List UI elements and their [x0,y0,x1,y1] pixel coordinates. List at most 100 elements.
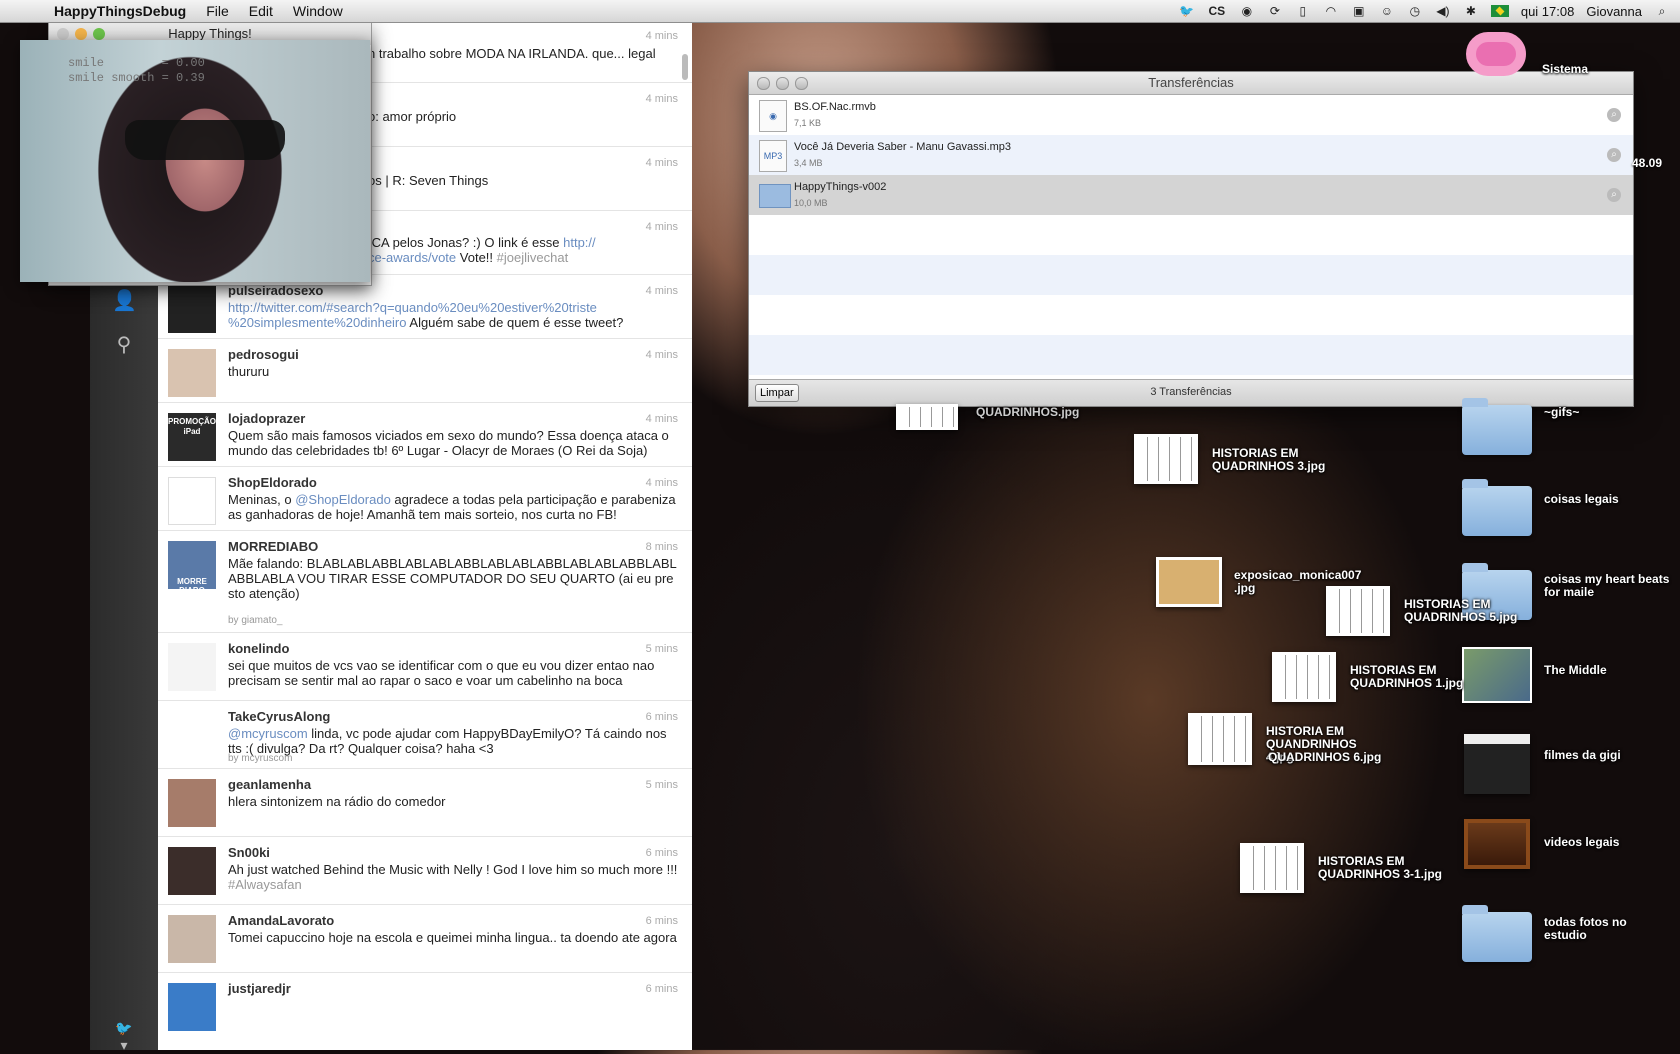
tweet-time: 4 mins [645,413,678,425]
avatar[interactable] [168,477,216,525]
comic-thumbnail [1326,586,1390,636]
tweet-text: Meninas, o @ShopEldorado agradece a toda… [228,492,678,522]
tweet-text-part: ICA pelos Jonas? :) O link é esse [368,235,564,250]
tweet-text: ICA pelos Jonas? :) O link é esse http:/… [368,235,678,265]
tweet-username[interactable]: justjaredjr [228,981,291,996]
accessibility-icon[interactable]: ☺ [1379,4,1395,18]
tweet-username[interactable]: ShopEldorado [228,475,317,490]
minimize-button-icon[interactable] [776,77,789,90]
tweet-row[interactable]: TakeCyrusAlong 6 mins @mcyruscom linda, … [158,701,692,769]
hashtag[interactable]: #Alwaysafan [228,877,302,892]
twitter-bird-icon[interactable]: 🐦 [1179,4,1195,18]
zoom-button-icon[interactable] [93,28,105,40]
spotlight-search-icon[interactable]: ⌕ [1654,4,1670,18]
reveal-in-finder-icon[interactable]: ⌕ [1607,148,1621,162]
tweet-row[interactable]: MORRE DIABO MORREDIABO 8 mins Mãe faland… [158,531,692,633]
tweet-link[interactable]: ce-awards/vote [368,250,456,265]
spaces-icon[interactable]: ▣ [1351,4,1367,18]
brazil-flag-input-icon[interactable] [1490,5,1509,17]
download-item[interactable]: ◉ BS.OF.Nac.rmvb 7,1 KB ⌕ [749,95,1633,135]
search-icon[interactable]: ⚲ [112,332,136,356]
tweet-username[interactable]: Sn00ki [228,845,270,860]
comic-thumbnail [896,404,958,430]
tweet-time: 4 mins [645,30,678,42]
retweet-by[interactable]: by giamato_ [228,615,282,626]
tweet-text-part: Ah just watched Behind the Music with Ne… [228,862,678,877]
compose-bird-icon[interactable]: 🐦▾ [112,1020,136,1053]
tweet-row[interactable]: geanlamenha 5 mins hlera sintonizem na r… [158,769,692,837]
tweet-username[interactable]: geanlamenha [228,777,311,792]
tweet-row[interactable]: konelindo 5 mins sei que muitos de vcs v… [158,633,692,701]
tweet-text-part: Vote!! [456,250,497,265]
time-machine-icon[interactable]: ◷ [1407,4,1423,18]
clapperboard-icon [1464,734,1530,794]
avatar[interactable] [168,711,216,759]
profile-icon[interactable]: 👤 [112,288,137,312]
tweet-row[interactable]: justjaredjr 6 mins [158,973,692,1050]
download-size: 3,4 MB [794,158,823,168]
avatar[interactable]: PROMOÇÃO iPad [168,413,216,461]
avatar[interactable] [168,349,216,397]
tweet-text: @mcyruscom linda, vc pode ajudar com Hap… [228,726,678,756]
volume-icon[interactable]: ◀) [1435,4,1451,18]
tweet-time: 4 mins [645,349,678,361]
avatar[interactable] [168,915,216,963]
timeline-scrollbar[interactable] [682,54,688,80]
tweet-username[interactable]: lojadoprazer [228,411,305,426]
minimize-button-icon[interactable] [75,28,87,40]
avatar[interactable] [168,847,216,895]
avatar[interactable] [168,643,216,691]
tweet-link[interactable]: http:// [563,235,596,250]
tweet-link[interactable]: @ShopEldorado [295,492,391,507]
tweet-username[interactable]: AmandaLavorato [228,913,334,928]
user-menu[interactable]: Giovanna [1586,4,1642,19]
avatar[interactable] [168,779,216,827]
menu-file[interactable]: File [206,3,229,19]
tweet-row[interactable]: PROMOÇÃO iPad lojadoprazer 4 mins Quem s… [158,403,692,467]
hashtag[interactable]: #joejlivechat [497,250,569,265]
tweet-username[interactable]: MORREDIABO [228,539,318,554]
tweet-row[interactable]: pedrosogui 4 mins thururu [158,339,692,403]
avatar[interactable] [168,285,216,333]
wifi-icon[interactable]: ◠ [1323,4,1339,18]
retweet-by[interactable]: by mcyruscom [228,753,292,764]
download-item[interactable]: MP3 Você Já Deveria Saber - Manu Gavassi… [749,135,1633,175]
avatar[interactable]: MORRE DIABO [168,541,216,595]
clock[interactable]: qui 17:08 [1521,4,1575,19]
app-menu[interactable]: HappyThingsDebug [54,3,186,19]
reveal-in-finder-icon[interactable]: ⌕ [1607,108,1621,122]
menu-edit[interactable]: Edit [249,3,273,19]
icon-label: todas fotos no estudio [1544,915,1627,942]
close-button-icon[interactable] [57,28,69,40]
tweet-username[interactable]: TakeCyrusAlong [228,709,330,724]
tweet-row[interactable]: Sn00ki 6 mins Ah just watched Behind the… [158,837,692,905]
tweet-row[interactable]: AmandaLavorato 6 mins Tomei capuccino ho… [158,905,692,973]
tweet-username[interactable]: pedrosogui [228,347,299,362]
tweet-text: sei que muitos de vcs vao se identificar… [228,658,655,688]
empty-row [749,335,1633,375]
bluetooth-icon[interactable]: ✱ [1463,4,1479,18]
tweet-time: 8 mins [645,541,678,553]
tweet-time: 4 mins [645,93,678,105]
close-button-icon[interactable] [757,77,770,90]
tweet-row[interactable]: ShopEldorado 4 mins Meninas, o @ShopEldo… [158,467,692,531]
tweet-link[interactable]: @mcyruscom [228,726,308,741]
tweet-username[interactable]: konelindo [228,641,289,656]
download-item[interactable]: HappyThings-v002 10,0 MB ⌕ [749,175,1633,215]
folder-icon [1462,398,1532,455]
icon-label: HISTORIAS EM QUADRINHOS 1.jpg [1350,663,1464,690]
icon-label: videos legais [1544,835,1620,849]
sync-icon[interactable]: ⟳ [1267,4,1283,18]
skype-icon[interactable]: ◉ [1239,4,1255,18]
menu-window[interactable]: Window [293,3,343,19]
battery-status-icon[interactable]: ▯ [1295,4,1311,18]
download-filename: HappyThings-v002 [794,181,887,193]
tweet-time: 6 mins [645,847,678,859]
cs-status-item[interactable]: CS [1207,4,1227,18]
tweet-time: 4 mins [645,285,678,297]
zoom-button-icon[interactable] [795,77,808,90]
reveal-in-finder-icon[interactable]: ⌕ [1607,188,1621,202]
icon-label: coisas legais [1544,492,1619,506]
avatar[interactable] [168,983,216,1031]
photo-thumbnail [1462,647,1532,703]
